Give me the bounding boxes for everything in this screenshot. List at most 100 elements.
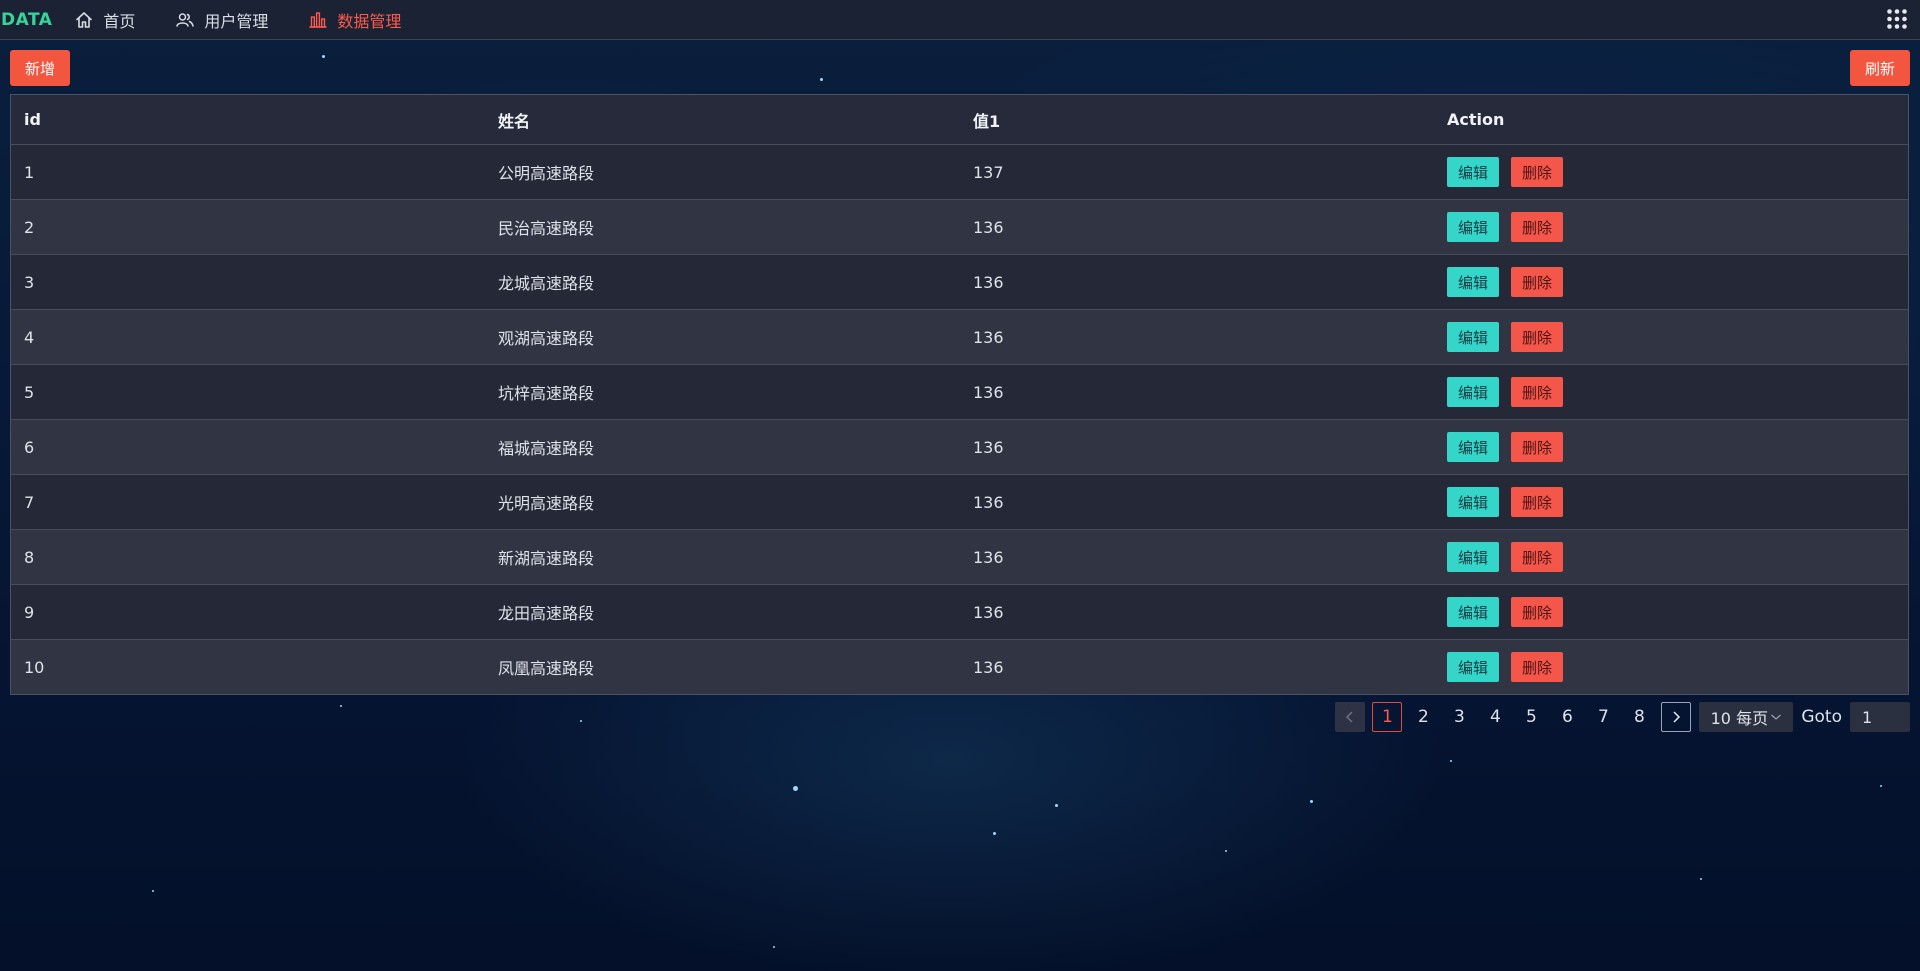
cell-actions: 编辑 删除 bbox=[1434, 487, 1908, 517]
cell-id: 4 bbox=[24, 327, 35, 347]
chevron-down-icon bbox=[1771, 714, 1781, 720]
cell-value: 136 bbox=[973, 217, 1004, 237]
edit-button[interactable]: 编辑 bbox=[1447, 652, 1499, 682]
cell-id: 8 bbox=[24, 547, 35, 567]
cell-id: 3 bbox=[24, 272, 35, 292]
table-row: 1 公明高速路段 137 编辑 删除 bbox=[11, 144, 1908, 199]
users-icon bbox=[176, 12, 195, 27]
delete-button[interactable]: 删除 bbox=[1511, 157, 1563, 187]
table-row: 7 光明高速路段 136 编辑 删除 bbox=[11, 474, 1908, 529]
delete-button[interactable]: 删除 bbox=[1511, 487, 1563, 517]
cell-actions: 编辑 删除 bbox=[1434, 542, 1908, 572]
add-button[interactable]: 新增 bbox=[10, 50, 70, 86]
page-size-select[interactable]: 10 每页 bbox=[1699, 702, 1794, 732]
cell-actions: 编辑 删除 bbox=[1434, 322, 1908, 352]
delete-button[interactable]: 删除 bbox=[1511, 652, 1563, 682]
edit-button[interactable]: 编辑 bbox=[1447, 487, 1499, 517]
delete-button[interactable]: 删除 bbox=[1511, 212, 1563, 242]
cell-id: 2 bbox=[24, 217, 35, 237]
page-number-8[interactable]: 8 bbox=[1624, 702, 1654, 732]
cell-id: 6 bbox=[24, 437, 35, 457]
cell-name: 福城高速路段 bbox=[498, 439, 595, 458]
delete-button[interactable]: 删除 bbox=[1511, 267, 1563, 297]
cell-id: 1 bbox=[24, 162, 35, 182]
edit-button[interactable]: 编辑 bbox=[1447, 377, 1499, 407]
cell-name: 凤凰高速路段 bbox=[498, 659, 595, 678]
cell-value: 136 bbox=[973, 492, 1004, 512]
nav-item-users-label: 用户管理 bbox=[204, 11, 269, 31]
cell-name: 光明高速路段 bbox=[498, 494, 595, 513]
edit-button[interactable]: 编辑 bbox=[1447, 322, 1499, 352]
refresh-button[interactable]: 刷新 bbox=[1850, 50, 1910, 86]
page-number-6[interactable]: 6 bbox=[1552, 702, 1582, 732]
cell-actions: 编辑 删除 bbox=[1434, 597, 1908, 627]
page-size-label: 10 每页 bbox=[1710, 709, 1769, 728]
nav-item-data[interactable]: 数据管理 bbox=[308, 0, 401, 40]
goto-label: Goto bbox=[1801, 707, 1842, 727]
cell-actions: 编辑 删除 bbox=[1434, 212, 1908, 242]
cell-value: 137 bbox=[973, 162, 1004, 182]
edit-button[interactable]: 编辑 bbox=[1447, 432, 1499, 462]
table-row: 2 民治高速路段 136 编辑 删除 bbox=[11, 199, 1908, 254]
goto-page-input[interactable] bbox=[1850, 702, 1910, 732]
cell-actions: 编辑 删除 bbox=[1434, 652, 1908, 682]
table-header: id 姓名 值1 Action bbox=[11, 95, 1908, 144]
top-navbar: DATA 首页 用户管理 数据管理 bbox=[0, 0, 1920, 40]
column-header-action: Action bbox=[1447, 110, 1505, 129]
cell-id: 7 bbox=[24, 492, 35, 512]
page-number-list: 12345678 bbox=[1369, 702, 1657, 732]
cell-actions: 编辑 删除 bbox=[1434, 157, 1908, 187]
table-body: 1 公明高速路段 137 编辑 删除 2 民治高速路段 136 编辑 删除 3 龙城高速路段 136 编辑… bbox=[11, 144, 1908, 694]
cell-value: 136 bbox=[973, 602, 1004, 622]
pagination: 12345678 10 每页 Goto bbox=[1331, 702, 1910, 732]
page-number-3[interactable]: 3 bbox=[1444, 702, 1474, 732]
table-row: 4 观湖高速路段 136 编辑 删除 bbox=[11, 309, 1908, 364]
page-number-1[interactable]: 1 bbox=[1372, 702, 1403, 732]
edit-button[interactable]: 编辑 bbox=[1447, 542, 1499, 572]
column-header-name: 姓名 bbox=[498, 111, 531, 131]
table-row: 5 坑梓高速路段 136 编辑 删除 bbox=[11, 364, 1908, 419]
page-number-2[interactable]: 2 bbox=[1408, 702, 1438, 732]
cell-id: 10 bbox=[24, 657, 45, 677]
chevron-left-icon bbox=[1346, 711, 1353, 723]
cell-value: 136 bbox=[973, 327, 1004, 347]
delete-button[interactable]: 删除 bbox=[1511, 432, 1563, 462]
cell-name: 龙城高速路段 bbox=[498, 274, 595, 293]
delete-button[interactable]: 删除 bbox=[1511, 377, 1563, 407]
cell-name: 新湖高速路段 bbox=[498, 549, 595, 568]
page-number-4[interactable]: 4 bbox=[1480, 702, 1510, 732]
cell-name: 龙田高速路段 bbox=[498, 604, 595, 623]
table-row: 8 新湖高速路段 136 编辑 删除 bbox=[11, 529, 1908, 584]
brand-logo: DATA bbox=[1, 9, 53, 30]
next-page-button[interactable] bbox=[1661, 702, 1692, 732]
edit-button[interactable]: 编辑 bbox=[1447, 212, 1499, 242]
cell-name: 民治高速路段 bbox=[498, 219, 595, 238]
nav-item-data-label: 数据管理 bbox=[337, 11, 402, 31]
cell-value: 136 bbox=[973, 272, 1004, 292]
column-header-id: id bbox=[24, 110, 41, 129]
prev-page-button[interactable] bbox=[1335, 702, 1366, 732]
nav-item-home[interactable]: 首页 bbox=[74, 0, 135, 40]
bar-chart-icon bbox=[309, 11, 328, 28]
edit-button[interactable]: 编辑 bbox=[1447, 267, 1499, 297]
table-row: 9 龙田高速路段 136 编辑 删除 bbox=[11, 584, 1908, 639]
home-icon bbox=[76, 11, 93, 28]
nav-item-users[interactable]: 用户管理 bbox=[175, 0, 268, 40]
page-number-7[interactable]: 7 bbox=[1588, 702, 1618, 732]
edit-button[interactable]: 编辑 bbox=[1447, 157, 1499, 187]
cell-name: 公明高速路段 bbox=[498, 164, 595, 183]
page-number-5[interactable]: 5 bbox=[1516, 702, 1546, 732]
edit-button[interactable]: 编辑 bbox=[1447, 597, 1499, 627]
apps-grid-icon[interactable] bbox=[1886, 8, 1908, 30]
nav-item-home-label: 首页 bbox=[103, 11, 136, 31]
chevron-right-icon bbox=[1673, 711, 1681, 723]
delete-button[interactable]: 删除 bbox=[1511, 597, 1563, 627]
delete-button[interactable]: 删除 bbox=[1511, 542, 1563, 572]
cell-value: 136 bbox=[973, 547, 1004, 567]
cell-id: 5 bbox=[24, 382, 35, 402]
cell-id: 9 bbox=[24, 602, 35, 622]
delete-button[interactable]: 删除 bbox=[1511, 322, 1563, 352]
cell-name: 观湖高速路段 bbox=[498, 329, 595, 348]
cell-actions: 编辑 删除 bbox=[1434, 432, 1908, 462]
table-row: 10 凤凰高速路段 136 编辑 删除 bbox=[11, 639, 1908, 694]
